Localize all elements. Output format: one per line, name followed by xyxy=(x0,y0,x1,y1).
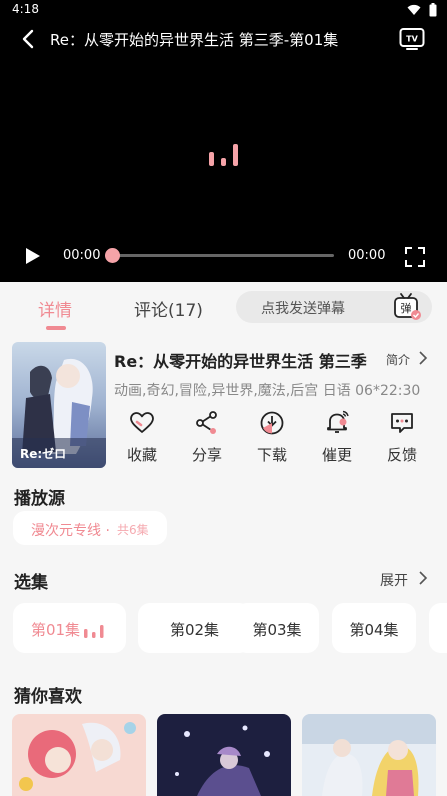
source-chip[interactable]: 漫次元专线 · 共6集 xyxy=(13,511,167,545)
video-player[interactable]: 4:18 Re：从零开始的异世界生活 第三季-第01集 TV 00:00 00:… xyxy=(0,0,447,282)
episode-item[interactable]: 第01集 xyxy=(13,603,126,653)
tab-comments[interactable]: 评论(17) xyxy=(134,296,203,321)
status-bar: 4:18 xyxy=(0,0,447,22)
anime-title: Re：从零开始的异世界生活 第三季 xyxy=(114,352,367,371)
source-name: 漫次元专线 · xyxy=(31,523,110,539)
tab-detail[interactable]: 详情 xyxy=(38,296,72,321)
favorite-button[interactable]: 收藏 xyxy=(112,410,172,466)
anime-info: Re:ゼロ Re：从零开始的异世界生活 第三季 简介 动画,奇幻,冒险,异世界,… xyxy=(0,332,447,472)
episode-label: 第03集 xyxy=(252,621,302,639)
feedback-icon xyxy=(391,413,413,433)
play-icon[interactable] xyxy=(22,246,42,266)
share-label: 分享 xyxy=(191,446,222,464)
status-time: 4:18 xyxy=(12,2,39,16)
heart-icon xyxy=(130,412,154,433)
danmaku-icon-text: 弹 xyxy=(401,301,412,315)
recommend-card[interactable] xyxy=(12,714,146,796)
download-icon xyxy=(260,411,284,435)
feedback-label: 反馈 xyxy=(386,446,417,464)
expand-episodes-link[interactable]: 展开 xyxy=(380,570,408,590)
share-icon xyxy=(196,411,217,434)
poster-logo: Re:ゼロ xyxy=(20,446,66,461)
content-tabs: 详情 评论(17) 点我发送弹幕 弹 xyxy=(0,282,447,332)
danmaku-placeholder: 点我发送弹幕 xyxy=(261,301,345,317)
episode-item-partial[interactable] xyxy=(429,603,447,653)
source-heading: 播放源 xyxy=(14,489,65,509)
loading-bars-icon xyxy=(209,144,238,166)
progress-thumb[interactable] xyxy=(105,248,120,263)
player-topbar: Re：从零开始的异世界生活 第三季-第01集 TV xyxy=(0,22,447,56)
progress-bar[interactable] xyxy=(112,254,334,257)
episode-item[interactable]: 第03集 xyxy=(235,603,319,653)
total-time: 00:00 xyxy=(348,248,386,263)
episodes-heading: 选集 xyxy=(14,573,48,593)
current-time: 00:00 xyxy=(63,248,101,263)
video-title: Re：从零开始的异世界生活 第三季-第01集 xyxy=(50,31,339,49)
bell-icon xyxy=(327,410,349,433)
intro-link[interactable]: 简介 xyxy=(386,351,410,368)
back-icon[interactable] xyxy=(18,28,40,50)
action-bar: 收藏 分享 下载 催更 反馈 xyxy=(112,410,432,466)
recommend-list xyxy=(12,714,447,796)
chevron-right-icon[interactable] xyxy=(418,571,428,585)
episode-label: 第04集 xyxy=(349,621,399,639)
share-button[interactable]: 分享 xyxy=(177,410,237,466)
wifi-icon xyxy=(407,4,421,15)
urge-update-label: 催更 xyxy=(321,446,352,464)
playing-bars-icon xyxy=(84,625,104,638)
chevron-right-icon[interactable] xyxy=(418,351,428,365)
source-episode-count: 共6集 xyxy=(117,523,149,537)
urge-update-button[interactable]: 催更 xyxy=(307,410,367,466)
tv-cast-icon[interactable]: TV xyxy=(399,27,425,51)
favorite-label: 收藏 xyxy=(126,446,157,464)
episode-item[interactable]: 第04集 xyxy=(332,603,416,653)
anime-tags: 动画,奇幻,冒险,异世界,魔法,后宫 日语 06*22:30 xyxy=(114,383,421,399)
recommend-card[interactable] xyxy=(302,714,436,796)
anime-poster: Re:ゼロ xyxy=(12,342,106,468)
recommend-card[interactable] xyxy=(157,714,291,796)
battery-icon xyxy=(429,3,437,17)
download-button[interactable]: 下载 xyxy=(242,410,302,466)
svg-text:TV: TV xyxy=(406,35,418,44)
fullscreen-icon[interactable] xyxy=(404,246,426,268)
danmaku-input[interactable]: 点我发送弹幕 弹 xyxy=(236,291,432,323)
feedback-button[interactable]: 反馈 xyxy=(372,410,432,466)
tab-active-indicator xyxy=(46,326,66,330)
danmaku-toggle-icon[interactable]: 弹 xyxy=(392,291,422,321)
download-label: 下载 xyxy=(256,446,287,464)
recommend-heading: 猜你喜欢 xyxy=(14,687,82,707)
status-icons xyxy=(407,3,437,17)
episode-list: 第01集 第02集 第03集 第04集 xyxy=(13,603,447,653)
